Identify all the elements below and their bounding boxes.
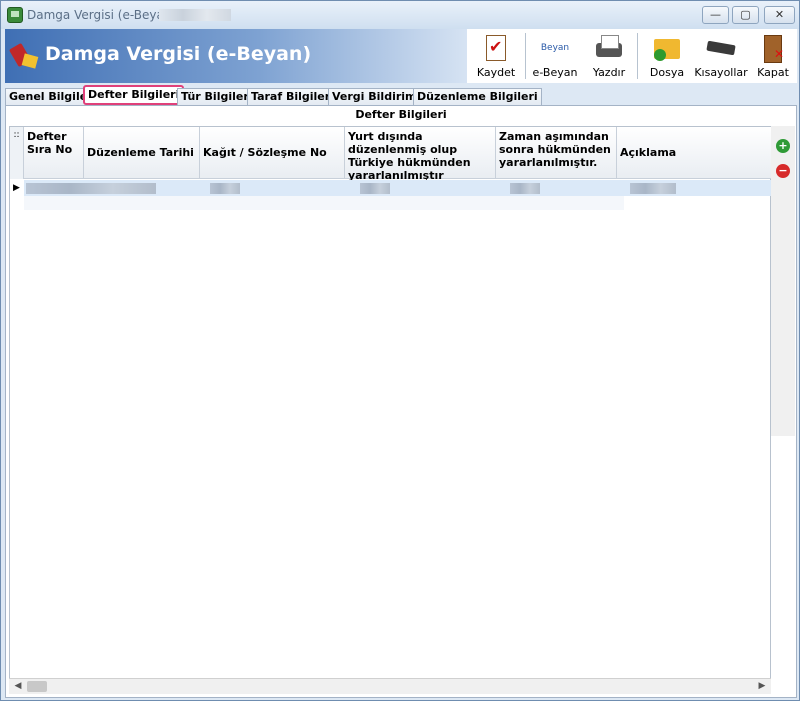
tab-strip: Genel Bilgiler Defter Bilgileri Tür Bilg…: [5, 85, 797, 105]
add-row-button[interactable]: +: [776, 139, 790, 153]
column-header-zaman-asimindan[interactable]: Zaman aşımından sonra hükmünden yararlan…: [496, 127, 617, 179]
tab-taraf-bilgileri[interactable]: Taraf Bilgileri: [247, 88, 338, 105]
ebeyan-button[interactable]: Beyan e-Beyan: [531, 31, 579, 81]
column-header-yurt-disinda[interactable]: Yurt dışında düzenlenmiş olup Türkiye hü…: [345, 127, 496, 182]
table-row[interactable]: [24, 196, 624, 210]
keyboard-icon: [706, 33, 736, 63]
banner-title: Damga Vergisi (e-Beyan): [45, 43, 312, 65]
file-label: Dosya: [649, 66, 685, 79]
shortcuts-button[interactable]: Kısayollar: [693, 31, 749, 81]
tab-tur-bilgileri[interactable]: Tür Bilgileri: [177, 88, 257, 105]
redacted-title-text: [159, 9, 231, 21]
file-button[interactable]: Dosya: [645, 31, 689, 81]
exit-button[interactable]: Kapat: [753, 31, 793, 81]
table-row[interactable]: [24, 180, 772, 196]
row-indicator-icon: ▶: [13, 183, 20, 193]
tab-content: Defter Bilgileri :: Defter Sıra No Düzen…: [5, 105, 797, 698]
column-header-aciklama[interactable]: Açıklama: [617, 127, 772, 179]
toolbar: Kaydet Beyan e-Beyan Yazdır Dosya Kısayo…: [467, 29, 797, 83]
scroll-left-icon[interactable]: ◀: [11, 680, 25, 693]
tab-vergi-bildirimi[interactable]: Vergi Bildirimi: [328, 88, 425, 105]
defter-grid[interactable]: :: Defter Sıra No Düzenleme Tarihi Kağıt…: [9, 126, 772, 694]
print-button[interactable]: Yazdır: [587, 31, 631, 81]
ebeyan-label: e-Beyan: [532, 66, 578, 79]
redacted-cell: [630, 183, 676, 194]
section-title: Defter Bilgileri: [355, 108, 447, 121]
window-title: Damga Vergisi (e-Beyan): [27, 8, 177, 22]
redacted-cell: [26, 183, 156, 194]
ebeyan-icon: Beyan: [540, 43, 570, 53]
scroll-thumb[interactable]: [27, 681, 47, 692]
folder-icon: [652, 33, 682, 63]
horizontal-scrollbar[interactable]: ◀ ▶: [9, 678, 771, 694]
tab-duzenleme-bilgileri[interactable]: Düzenleme Bilgileri: [413, 88, 542, 105]
minimize-button[interactable]: —: [702, 6, 729, 24]
tab-defter-bilgileri[interactable]: Defter Bilgileri: [83, 85, 185, 105]
exit-icon: [758, 33, 788, 63]
app-logo-icon: [8, 41, 39, 69]
grid-corner[interactable]: ::: [10, 127, 24, 179]
exit-label: Kapat: [757, 66, 789, 79]
maximize-button[interactable]: ▢: [732, 6, 759, 24]
redacted-cell: [510, 183, 540, 194]
remove-row-button[interactable]: −: [776, 164, 790, 178]
redacted-cell: [360, 183, 390, 194]
banner: Damga Vergisi (e-Beyan): [5, 29, 467, 83]
title-bar[interactable]: Damga Vergisi (e-Beyan) — ▢ ✕: [1, 1, 799, 29]
header: Damga Vergisi (e-Beyan) Kaydet Beyan e-B…: [5, 29, 797, 83]
print-label: Yazdır: [592, 66, 626, 79]
scroll-right-icon[interactable]: ▶: [755, 680, 769, 693]
column-header-kagit-sozlesme-no[interactable]: Kağıt / Sözleşme No: [200, 127, 345, 179]
printer-icon: [594, 33, 624, 63]
column-header-duzenleme-tarihi[interactable]: Düzenleme Tarihi: [84, 127, 200, 179]
save-button[interactable]: Kaydet: [473, 31, 519, 81]
app-icon: [7, 7, 23, 23]
redacted-cell: [210, 183, 240, 194]
close-window-button[interactable]: ✕: [764, 6, 795, 24]
column-header-defter-sira-no[interactable]: Defter Sıra No: [24, 127, 84, 179]
save-label: Kaydet: [476, 66, 516, 79]
toolbar-separator: [525, 33, 526, 79]
shortcuts-label: Kısayollar: [694, 66, 748, 79]
app-window: Damga Vergisi (e-Beyan) — ▢ ✕ Damga Verg…: [0, 0, 800, 701]
save-icon: [481, 33, 511, 63]
toolbar-separator: [637, 33, 638, 79]
